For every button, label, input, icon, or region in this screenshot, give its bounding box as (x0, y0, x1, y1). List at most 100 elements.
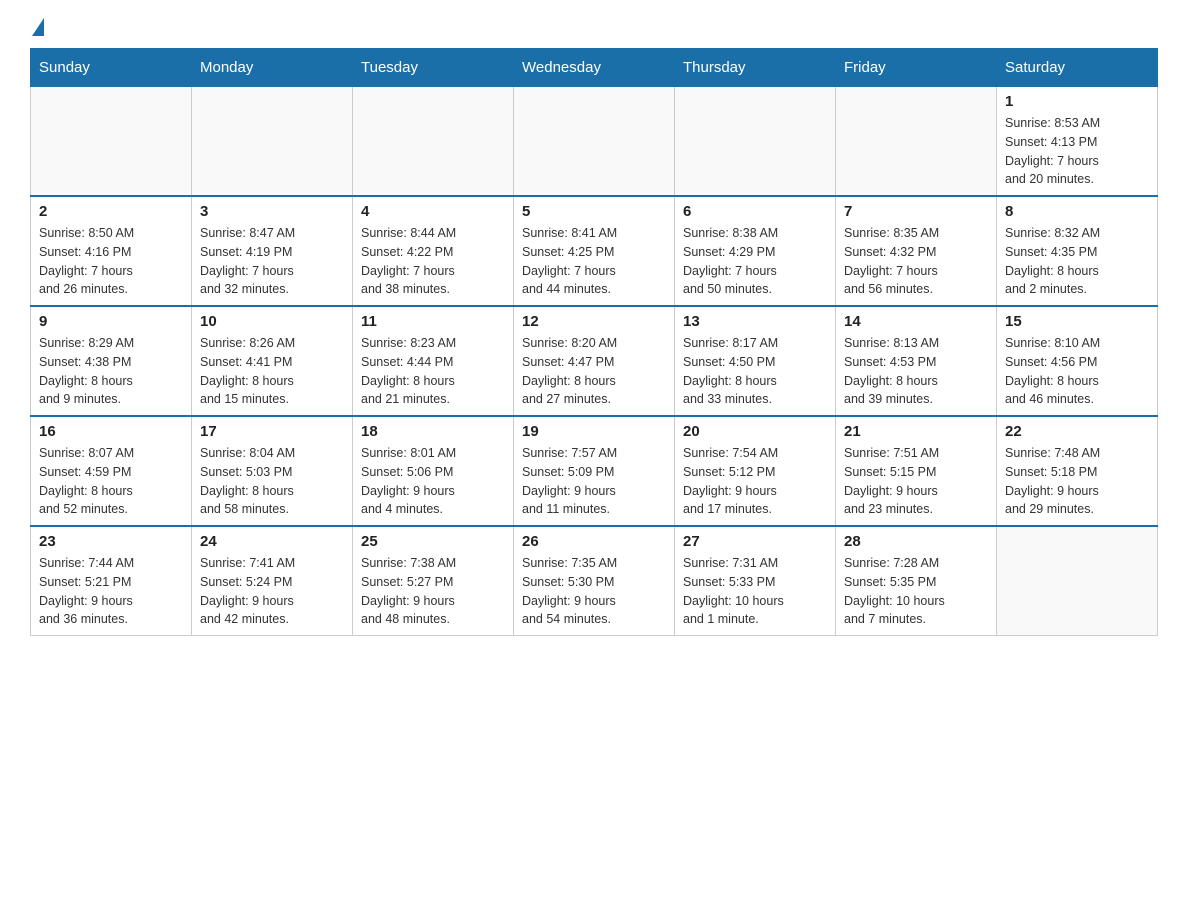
day-number: 23 (39, 533, 183, 550)
day-info: Sunrise: 8:53 AM Sunset: 4:13 PM Dayligh… (1005, 114, 1149, 189)
calendar-cell: 4 Sunrise: 8:44 AM Sunset: 4:22 PM Daylig… (353, 196, 514, 306)
logo (30, 20, 44, 38)
day-number: 1 (1005, 93, 1149, 110)
day-info: Sunrise: 7:44 AM Sunset: 5:21 PM Dayligh… (39, 554, 183, 629)
day-info: Sunrise: 8:13 AM Sunset: 4:53 PM Dayligh… (844, 334, 988, 409)
day-number: 27 (683, 533, 827, 550)
calendar-cell: 22 Sunrise: 7:48 AM Sunset: 5:18 PM Dayli… (997, 416, 1158, 526)
day-number: 19 (522, 423, 666, 440)
day-number: 16 (39, 423, 183, 440)
weekday-header-tuesday: Tuesday (353, 49, 514, 87)
calendar-cell (836, 87, 997, 197)
day-number: 24 (200, 533, 344, 550)
calendar-cell (31, 87, 192, 197)
calendar-cell: 11 Sunrise: 8:23 AM Sunset: 4:44 PM Dayli… (353, 306, 514, 416)
calendar-cell: 19 Sunrise: 7:57 AM Sunset: 5:09 PM Dayli… (514, 416, 675, 526)
calendar-cell (997, 526, 1158, 636)
day-info: Sunrise: 7:28 AM Sunset: 5:35 PM Dayligh… (844, 554, 988, 629)
day-number: 2 (39, 203, 183, 220)
day-number: 22 (1005, 423, 1149, 440)
day-info: Sunrise: 7:48 AM Sunset: 5:18 PM Dayligh… (1005, 444, 1149, 519)
weekday-header-friday: Friday (836, 49, 997, 87)
calendar-cell: 15 Sunrise: 8:10 AM Sunset: 4:56 PM Dayli… (997, 306, 1158, 416)
day-number: 11 (361, 313, 505, 330)
calendar-cell: 8 Sunrise: 8:32 AM Sunset: 4:35 PM Daylig… (997, 196, 1158, 306)
day-info: Sunrise: 8:10 AM Sunset: 4:56 PM Dayligh… (1005, 334, 1149, 409)
logo-triangle-icon (32, 18, 44, 36)
day-number: 17 (200, 423, 344, 440)
day-info: Sunrise: 8:44 AM Sunset: 4:22 PM Dayligh… (361, 224, 505, 299)
page-header (30, 20, 1158, 38)
day-info: Sunrise: 8:07 AM Sunset: 4:59 PM Dayligh… (39, 444, 183, 519)
day-number: 15 (1005, 313, 1149, 330)
day-number: 3 (200, 203, 344, 220)
weekday-header-wednesday: Wednesday (514, 49, 675, 87)
day-info: Sunrise: 8:41 AM Sunset: 4:25 PM Dayligh… (522, 224, 666, 299)
day-number: 14 (844, 313, 988, 330)
day-info: Sunrise: 8:17 AM Sunset: 4:50 PM Dayligh… (683, 334, 827, 409)
calendar-cell: 18Sunrise: 8:01 AM Sunset: 5:06 PM Dayli… (353, 416, 514, 526)
calendar-week-row: 9 Sunrise: 8:29 AM Sunset: 4:38 PM Daylig… (31, 306, 1158, 416)
day-info: Sunrise: 8:32 AM Sunset: 4:35 PM Dayligh… (1005, 224, 1149, 299)
calendar-cell: 27 Sunrise: 7:31 AM Sunset: 5:33 PM Dayli… (675, 526, 836, 636)
day-info: Sunrise: 8:29 AM Sunset: 4:38 PM Dayligh… (39, 334, 183, 409)
day-info: Sunrise: 8:35 AM Sunset: 4:32 PM Dayligh… (844, 224, 988, 299)
day-info: Sunrise: 8:47 AM Sunset: 4:19 PM Dayligh… (200, 224, 344, 299)
calendar-cell: 12 Sunrise: 8:20 AM Sunset: 4:47 PM Dayli… (514, 306, 675, 416)
day-info: Sunrise: 8:50 AM Sunset: 4:16 PM Dayligh… (39, 224, 183, 299)
calendar-cell: 16 Sunrise: 8:07 AM Sunset: 4:59 PM Dayli… (31, 416, 192, 526)
calendar-cell: 5 Sunrise: 8:41 AM Sunset: 4:25 PM Daylig… (514, 196, 675, 306)
day-number: 13 (683, 313, 827, 330)
day-number: 26 (522, 533, 666, 550)
day-info: Sunrise: 7:41 AM Sunset: 5:24 PM Dayligh… (200, 554, 344, 629)
day-info: Sunrise: 8:38 AM Sunset: 4:29 PM Dayligh… (683, 224, 827, 299)
day-info: Sunrise: 8:23 AM Sunset: 4:44 PM Dayligh… (361, 334, 505, 409)
weekday-header-saturday: Saturday (997, 49, 1158, 87)
day-number: 4 (361, 203, 505, 220)
day-info: Sunrise: 8:20 AM Sunset: 4:47 PM Dayligh… (522, 334, 666, 409)
calendar-week-row: 1 Sunrise: 8:53 AM Sunset: 4:13 PM Daylig… (31, 87, 1158, 197)
calendar-cell (353, 87, 514, 197)
calendar-cell: 2 Sunrise: 8:50 AM Sunset: 4:16 PM Daylig… (31, 196, 192, 306)
calendar-cell (192, 87, 353, 197)
day-number: 21 (844, 423, 988, 440)
day-number: 7 (844, 203, 988, 220)
day-info: Sunrise: 7:35 AM Sunset: 5:30 PM Dayligh… (522, 554, 666, 629)
calendar-cell: 28Sunrise: 7:28 AM Sunset: 5:35 PM Dayli… (836, 526, 997, 636)
day-info: Sunrise: 7:54 AM Sunset: 5:12 PM Dayligh… (683, 444, 827, 519)
day-info: Sunrise: 7:57 AM Sunset: 5:09 PM Dayligh… (522, 444, 666, 519)
weekday-header-monday: Monday (192, 49, 353, 87)
day-info: Sunrise: 7:51 AM Sunset: 5:15 PM Dayligh… (844, 444, 988, 519)
calendar-cell: 17 Sunrise: 8:04 AM Sunset: 5:03 PM Dayli… (192, 416, 353, 526)
calendar-cell: 24 Sunrise: 7:41 AM Sunset: 5:24 PM Dayli… (192, 526, 353, 636)
day-info: Sunrise: 8:26 AM Sunset: 4:41 PM Dayligh… (200, 334, 344, 409)
day-info: Sunrise: 7:31 AM Sunset: 5:33 PM Dayligh… (683, 554, 827, 629)
calendar-cell: 25Sunrise: 7:38 AM Sunset: 5:27 PM Dayli… (353, 526, 514, 636)
weekday-header-thursday: Thursday (675, 49, 836, 87)
calendar-cell: 14 Sunrise: 8:13 AM Sunset: 4:53 PM Dayli… (836, 306, 997, 416)
day-number: 9 (39, 313, 183, 330)
calendar-table: SundayMondayTuesdayWednesdayThursdayFrid… (30, 48, 1158, 636)
calendar-cell: 23 Sunrise: 7:44 AM Sunset: 5:21 PM Dayli… (31, 526, 192, 636)
calendar-cell: 13 Sunrise: 8:17 AM Sunset: 4:50 PM Dayli… (675, 306, 836, 416)
calendar-cell (514, 87, 675, 197)
day-info: Sunrise: 8:01 AM Sunset: 5:06 PM Dayligh… (361, 444, 505, 519)
calendar-cell: 26 Sunrise: 7:35 AM Sunset: 5:30 PM Dayli… (514, 526, 675, 636)
day-number: 8 (1005, 203, 1149, 220)
weekday-header-sunday: Sunday (31, 49, 192, 87)
calendar-cell (675, 87, 836, 197)
calendar-week-row: 2 Sunrise: 8:50 AM Sunset: 4:16 PM Daylig… (31, 196, 1158, 306)
calendar-cell: 3 Sunrise: 8:47 AM Sunset: 4:19 PM Daylig… (192, 196, 353, 306)
calendar-cell: 7 Sunrise: 8:35 AM Sunset: 4:32 PM Daylig… (836, 196, 997, 306)
day-number: 10 (200, 313, 344, 330)
day-number: 5 (522, 203, 666, 220)
calendar-cell: 20Sunrise: 7:54 AM Sunset: 5:12 PM Dayli… (675, 416, 836, 526)
calendar-cell: 9 Sunrise: 8:29 AM Sunset: 4:38 PM Daylig… (31, 306, 192, 416)
day-number: 12 (522, 313, 666, 330)
calendar-cell: 6Sunrise: 8:38 AM Sunset: 4:29 PM Daylig… (675, 196, 836, 306)
calendar-cell: 10 Sunrise: 8:26 AM Sunset: 4:41 PM Dayli… (192, 306, 353, 416)
day-info: Sunrise: 7:38 AM Sunset: 5:27 PM Dayligh… (361, 554, 505, 629)
calendar-week-row: 23 Sunrise: 7:44 AM Sunset: 5:21 PM Dayli… (31, 526, 1158, 636)
calendar-cell: 21 Sunrise: 7:51 AM Sunset: 5:15 PM Dayli… (836, 416, 997, 526)
day-info: Sunrise: 8:04 AM Sunset: 5:03 PM Dayligh… (200, 444, 344, 519)
